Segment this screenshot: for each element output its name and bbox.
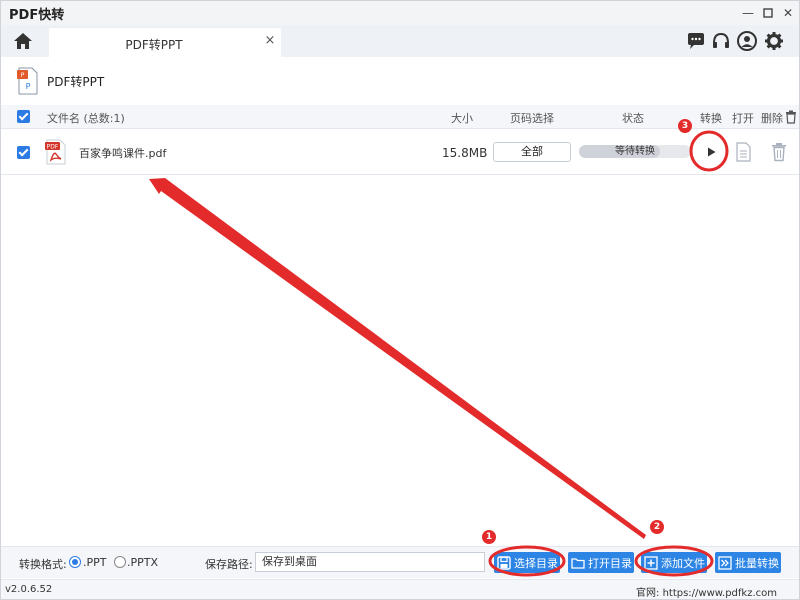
tab-close-icon[interactable]: × (263, 33, 277, 49)
select-directory-button[interactable]: 选择目录 (494, 552, 560, 573)
gear-icon[interactable] (763, 30, 785, 52)
radio-pptx-label[interactable]: .PPTX (127, 556, 158, 569)
conversion-progress: 等待转换 (579, 145, 691, 158)
header-delete: 删除 (761, 112, 783, 125)
maximize-icon[interactable] (757, 1, 779, 25)
close-window-icon[interactable]: ✕ (777, 1, 799, 25)
delete-row-icon[interactable] (771, 142, 787, 162)
file-size: 15.8MB (442, 146, 488, 160)
open-file-icon[interactable] (735, 142, 751, 162)
header-page-range: 页码选择 (510, 112, 554, 125)
tab-pdf-to-ppt[interactable]: PDF转PPT × (49, 28, 281, 57)
header-status: 状态 (622, 112, 644, 125)
format-label: 转换格式: (19, 558, 67, 571)
open-directory-label: 打开目录 (588, 556, 632, 570)
tab-label: PDF转PPT (125, 38, 183, 52)
svg-text:P: P (26, 82, 31, 91)
user-icon[interactable] (736, 30, 758, 52)
header-filename: 文件名 (总数:1) (47, 112, 125, 125)
fast-forward-icon (718, 555, 732, 570)
open-directory-button[interactable]: 打开目录 (568, 552, 634, 573)
table-row[interactable]: PDF 百家争鸣课件.pdf 15.8MB 全部 等待转换 (1, 129, 799, 175)
app-window: PDF快转 — ✕ PDF转PPT × PP PDF转PPT 文件名 (总数:1… (0, 0, 800, 600)
annotation-arrow (149, 178, 646, 539)
annotation-badge-1: 1 (482, 530, 496, 544)
radio-pptx[interactable] (114, 556, 126, 568)
select-directory-label: 选择目录 (514, 556, 558, 570)
header-size: 大小 (451, 112, 473, 125)
play-icon (708, 147, 716, 157)
file-name: 百家争鸣课件.pdf (79, 147, 167, 160)
headset-icon[interactable] (710, 30, 732, 52)
add-file-button[interactable]: 添加文件 (641, 552, 707, 573)
header-convert: 转换 (700, 112, 722, 125)
svg-text:PDF: PDF (47, 144, 59, 151)
chat-icon[interactable] (685, 30, 707, 52)
folder-icon (571, 557, 585, 569)
page-range-button[interactable]: 全部 (493, 142, 571, 162)
radio-ppt[interactable] (69, 556, 81, 568)
select-all-checkbox[interactable] (17, 110, 30, 123)
save-path-field[interactable]: 保存到桌面 (255, 552, 485, 572)
header-open: 打开 (732, 112, 754, 125)
bottom-toolbar: 转换格式: .PPT .PPTX 保存路径: 保存到桌面 选择目录 打开目录 添… (1, 546, 799, 578)
page-header: PP PDF转PPT (1, 57, 799, 103)
radio-ppt-label[interactable]: .PPT (83, 556, 106, 569)
version-label: v2.0.6.52 (5, 584, 53, 595)
plus-icon (644, 555, 658, 570)
minimize-icon[interactable]: — (737, 1, 759, 25)
ppt-document-icon: PP (17, 67, 39, 95)
save-icon (497, 555, 511, 570)
title-bar: PDF快转 — ✕ (1, 1, 799, 25)
annotation-badge-2: 2 (650, 520, 664, 534)
add-file-label: 添加文件 (661, 556, 705, 570)
batch-convert-label: 批量转换 (735, 556, 779, 570)
convert-play-button[interactable] (698, 139, 724, 165)
status-label: 等待转换 (615, 146, 655, 157)
svg-text:P: P (21, 72, 25, 79)
tab-bar: PDF转PPT × (1, 25, 799, 57)
annotation-badge-3: 3 (678, 119, 692, 133)
pdf-file-icon: PDF (45, 139, 67, 165)
page-title: PDF转PPT (47, 75, 105, 89)
window-title: PDF快转 (9, 7, 65, 23)
row-checkbox[interactable] (17, 146, 30, 159)
home-icon[interactable] (11, 30, 35, 52)
delete-all-icon[interactable] (785, 110, 797, 124)
status-bar: v2.0.6.52 官网: https://www.pdfkz.com (1, 579, 799, 599)
save-path-label: 保存路径: (205, 558, 253, 571)
batch-convert-button[interactable]: 批量转换 (715, 552, 781, 573)
website-label[interactable]: 官网: https://www.pdfkz.com (636, 584, 777, 599)
